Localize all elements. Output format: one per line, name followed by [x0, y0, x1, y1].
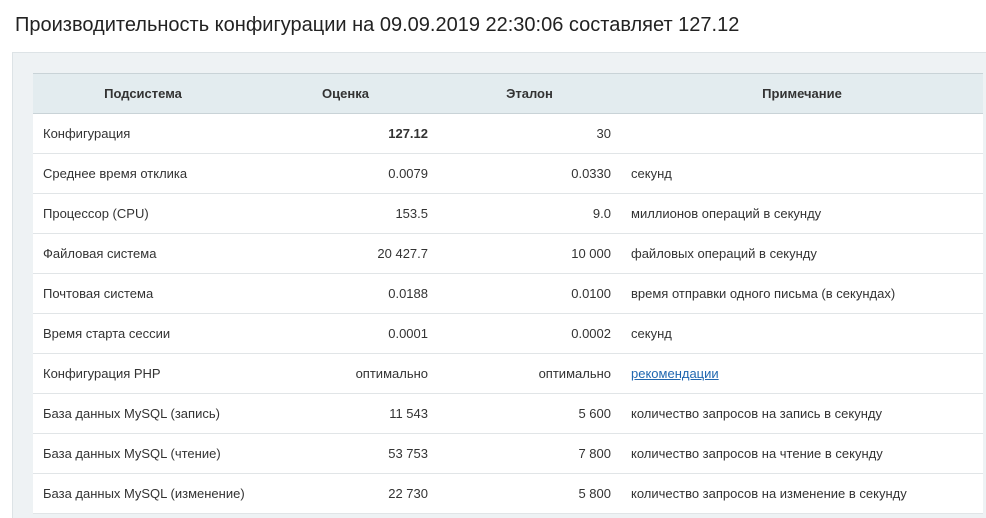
cell-note: рекомендации [621, 354, 983, 394]
header-reference: Эталон [438, 73, 621, 114]
cell-note [621, 114, 983, 154]
cell-reference: оптимально [538, 366, 611, 381]
table-row: Среднее время отклика 0.0079 0.0330 секу… [33, 154, 983, 194]
cell-subsystem: Конфигурация [43, 126, 131, 141]
cell-subsystem: Время старта сессии [43, 326, 171, 341]
table-row: Время старта сессии 0.0001 0.0002 секунд [33, 314, 983, 354]
cell-note: количество запросов на чтение в секунду [631, 446, 883, 461]
cell-score: 53 753 [388, 446, 428, 461]
cell-subsystem: Процессор (CPU) [43, 206, 149, 221]
cell-reference: 0.0330 [571, 166, 611, 181]
cell-score: 0.0001 [388, 326, 428, 341]
cell-reference: 5 800 [578, 486, 611, 501]
table-header-row: Подсистема Оценка Эталон Примечание [33, 73, 983, 114]
cell-reference: 7 800 [578, 446, 611, 461]
table-row: База данных MySQL (запись) 11 543 5 600 … [33, 394, 983, 434]
cell-reference: 0.0002 [571, 326, 611, 341]
cell-score: 22 730 [388, 486, 428, 501]
header-note: Примечание [621, 73, 983, 114]
header-score: Оценка [253, 73, 438, 114]
performance-table: Подсистема Оценка Эталон Примечание Конф… [33, 73, 983, 514]
cell-score: 153.5 [395, 206, 428, 221]
cell-note: миллионов операций в секунду [631, 206, 822, 221]
cell-subsystem: База данных MySQL (изменение) [43, 486, 245, 501]
cell-score: 0.0079 [388, 166, 428, 181]
table-row: Файловая система 20 427.7 10 000 файловы… [33, 234, 983, 274]
cell-reference: 0.0100 [571, 286, 611, 301]
cell-subsystem: База данных MySQL (запись) [43, 406, 220, 421]
recommendations-link[interactable]: рекомендации [631, 366, 719, 381]
table-row: Почтовая система 0.0188 0.0100 время отп… [33, 274, 983, 314]
cell-subsystem: Среднее время отклика [43, 166, 188, 181]
cell-score: оптимально [355, 366, 428, 381]
cell-note: файловых операций в секунду [631, 246, 817, 261]
cell-subsystem: Почтовая система [43, 286, 154, 301]
page-title: Производительность конфигурации на 09.09… [15, 14, 740, 36]
cell-note: секунд [631, 166, 672, 181]
cell-subsystem: Конфигурация PHP [43, 366, 161, 381]
cell-score: 11 543 [389, 406, 428, 421]
cell-reference: 10 000 [571, 246, 611, 261]
cell-subsystem: Файловая система [43, 246, 157, 261]
cell-note: количество запросов на запись в секунду [631, 406, 883, 421]
cell-note: секунд [631, 326, 672, 341]
table-row: Конфигурация PHP оптимально оптимально р… [33, 354, 983, 394]
cell-reference: 30 [596, 126, 611, 141]
table-row: Конфигурация 127.12 30 [33, 114, 983, 154]
cell-note: количество запросов на изменение в секун… [631, 486, 907, 501]
table-row: База данных MySQL (чтение) 53 753 7 800 … [33, 434, 983, 474]
cell-score: 20 427.7 [377, 246, 428, 261]
cell-score: 0.0188 [388, 286, 428, 301]
cell-note: время отправки одного письма (в секундах… [631, 286, 896, 301]
table-row: База данных MySQL (изменение) 22 730 5 8… [33, 474, 983, 514]
header-subsystem: Подсистема [33, 73, 253, 114]
table-row: Процессор (CPU) 153.5 9.0 миллионов опер… [33, 194, 983, 234]
cell-reference: 5 600 [578, 406, 611, 421]
cell-score: 127.12 [388, 126, 428, 141]
cell-reference: 9.0 [592, 206, 611, 221]
cell-subsystem: База данных MySQL (чтение) [43, 446, 221, 461]
